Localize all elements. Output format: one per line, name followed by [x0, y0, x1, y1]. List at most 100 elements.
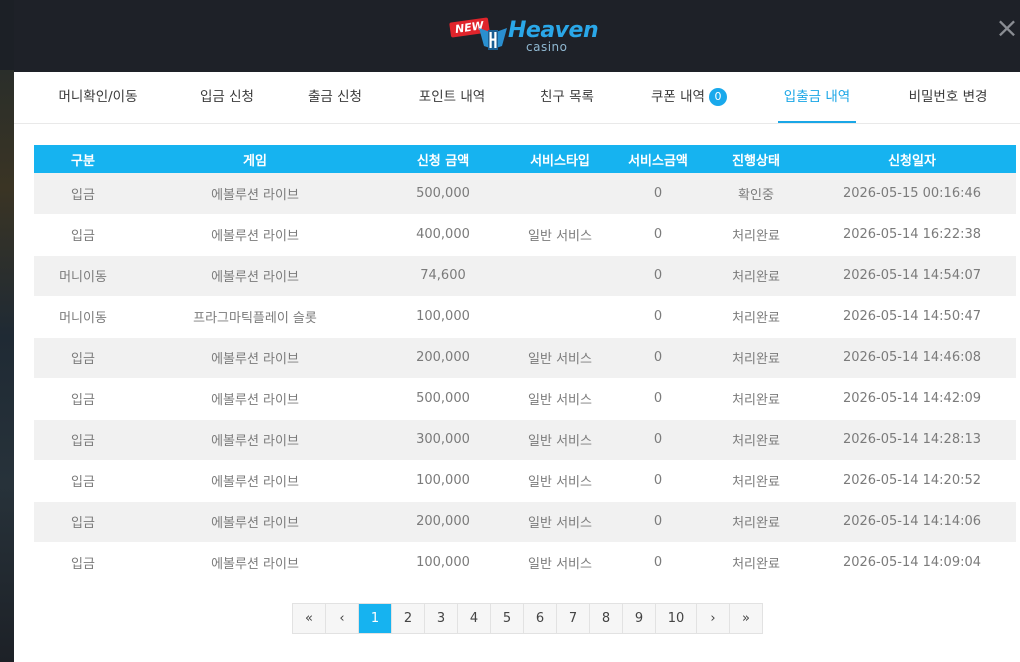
- tab-withdraw-request[interactable]: 출금 신청: [296, 72, 374, 121]
- cell-service-type: 일반 서비스: [528, 557, 592, 572]
- header-service-type: 서비스타입: [530, 153, 590, 169]
- cell-service-amount: 0: [653, 350, 663, 365]
- cell-date: 2026-05-14 14:46:08: [842, 350, 982, 365]
- cell-amount: 200,000: [416, 350, 470, 365]
- modal-header: NEW Heaven casino ×: [14, 0, 1020, 72]
- cell-type: 입금: [71, 557, 95, 572]
- page-button-9[interactable]: 9: [623, 604, 656, 633]
- table-row: 입금 에볼루션 라이브 200,000 일반 서비스 0 처리완료 2026-05-14 1…: [34, 337, 1016, 378]
- heaven-casino-logo: NEW Heaven casino: [449, 16, 610, 58]
- history-table: 구분 게임 신청 금액 서비스타입 서비스금액 진행상태 신청일자 입금 에볼루션…: [34, 145, 1016, 584]
- cell-amount: 500,000: [416, 391, 470, 406]
- pagination: « ‹ 1 2 3 4 5 6 7 8 9 10 › »: [292, 603, 763, 634]
- cell-amount: 100,000: [416, 555, 470, 570]
- table-row: 머니이동 에볼루션 라이브 74,600 0 처리완료 2026-05-14 14:54:…: [34, 255, 1016, 296]
- close-icon[interactable]: ×: [992, 14, 1020, 44]
- tab-deposit-withdraw-history[interactable]: 입출금 내역: [778, 72, 856, 123]
- cell-status: 확인중: [738, 187, 774, 203]
- cell-date: 2026-05-14 16:22:38: [842, 227, 982, 242]
- cell-game: 에볼루션 라이브: [211, 352, 299, 367]
- table-row: 입금 에볼루션 라이브 200,000 일반 서비스 0 처리완료 2026-05-14 1…: [34, 501, 1016, 542]
- cell-service-type: [508, 255, 612, 296]
- table-header-row: 구분 게임 신청 금액 서비스타입 서비스금액 진행상태 신청일자: [34, 145, 1016, 173]
- cell-game: 에볼루션 라이브: [211, 475, 299, 490]
- cell-game: 에볼루션 라이브: [211, 270, 299, 285]
- header-service-amount: 서비스금액: [628, 153, 688, 169]
- tab-points-history[interactable]: 포인트 내역: [410, 72, 494, 121]
- cell-status: 처리완료: [732, 229, 780, 244]
- next-page-button[interactable]: ›: [697, 604, 730, 633]
- table-row: 입금 에볼루션 라이브 300,000 일반 서비스 0 처리완료 2026-05-14 1…: [34, 419, 1016, 460]
- cell-type: 입금: [71, 393, 95, 408]
- page-button-2[interactable]: 2: [392, 604, 425, 633]
- cell-amount: 100,000: [416, 473, 470, 488]
- table-row: 입금 에볼루션 라이브 400,000 일반 서비스 0 처리완료 2026-05-14 1…: [34, 214, 1016, 255]
- cell-type: 머니이동: [59, 311, 107, 326]
- page-button-8[interactable]: 8: [590, 604, 623, 633]
- cell-service-type: 일반 서비스: [528, 352, 592, 367]
- cell-status: 처리완료: [732, 311, 780, 326]
- cell-service-amount: 0: [653, 514, 663, 529]
- cell-service-type: 일반 서비스: [528, 516, 592, 531]
- prev-page-button[interactable]: ‹: [326, 604, 359, 633]
- winged-h-icon: [479, 28, 507, 50]
- page-button-4[interactable]: 4: [458, 604, 491, 633]
- table-row: 입금 에볼루션 라이브 500,000 0 확인중 2026-05-15 00:16:46: [34, 173, 1016, 214]
- cell-service-type: 일반 서비스: [528, 393, 592, 408]
- page-button-10[interactable]: 10: [656, 604, 697, 633]
- cell-type: 입금: [71, 516, 95, 531]
- cell-service-amount: 0: [653, 432, 663, 447]
- cell-date: 2026-05-14 14:20:52: [842, 473, 982, 488]
- table-row: 입금 에볼루션 라이브 500,000 일반 서비스 0 처리완료 2026-05-14 1…: [34, 378, 1016, 419]
- cell-type: 입금: [71, 187, 95, 203]
- transaction-history-modal: NEW Heaven casino × 머니확인/이동 입금 신청 출금 신청 …: [14, 0, 1020, 662]
- cell-service-type: [508, 173, 612, 214]
- cell-date: 2026-05-14 14:54:07: [842, 268, 982, 283]
- tab-coupon-history[interactable]: 쿠폰 내역 0: [644, 72, 734, 121]
- header-amount: 신청 금액: [416, 153, 470, 169]
- tab-label: 비밀번호 변경: [908, 89, 988, 105]
- header-date: 신청일자: [888, 153, 936, 169]
- tab-money-check[interactable]: 머니확인/이동: [48, 72, 148, 121]
- tab-label: 친구 목록: [540, 89, 594, 105]
- tab-label: 입금 신청: [200, 89, 254, 105]
- tab-label: 입출금 내역: [783, 89, 851, 105]
- page-button-7[interactable]: 7: [557, 604, 590, 633]
- background-page-strip: [0, 70, 14, 662]
- cell-game: 에볼루션 라이브: [211, 393, 299, 408]
- cell-status: 처리완료: [732, 557, 780, 572]
- cell-amount: 300,000: [416, 432, 470, 447]
- cell-date: 2026-05-14 14:09:04: [842, 555, 982, 570]
- cell-type: 입금: [71, 352, 95, 367]
- cell-status: 처리완료: [732, 516, 780, 531]
- cell-game: 에볼루션 라이브: [211, 557, 299, 572]
- tab-label: 머니확인/이동: [58, 89, 138, 105]
- cell-service-type: [508, 296, 612, 337]
- tab-change-password[interactable]: 비밀번호 변경: [900, 72, 996, 121]
- cell-amount: 400,000: [416, 227, 470, 242]
- header-status: 진행상태: [732, 153, 780, 169]
- page-button-5[interactable]: 5: [491, 604, 524, 633]
- header-type: 구분: [71, 153, 95, 169]
- cell-game: 에볼루션 라이브: [211, 434, 299, 449]
- page-button-3[interactable]: 3: [425, 604, 458, 633]
- cell-amount: 200,000: [416, 514, 470, 529]
- cell-amount: 500,000: [416, 185, 470, 201]
- cell-status: 처리완료: [732, 352, 780, 367]
- tab-friends-list[interactable]: 친구 목록: [530, 72, 604, 121]
- header-game: 게임: [243, 153, 267, 169]
- tab-label: 쿠폰 내역: [651, 89, 705, 105]
- last-page-button[interactable]: »: [730, 604, 762, 633]
- cell-service-amount: 0: [653, 473, 663, 488]
- cell-status: 처리완료: [732, 434, 780, 449]
- tab-deposit-request[interactable]: 입금 신청: [188, 72, 266, 121]
- cell-service-type: 일반 서비스: [528, 475, 592, 490]
- tab-bar: 머니확인/이동 입금 신청 출금 신청 포인트 내역 친구 목록 쿠폰 내역 0 …: [14, 72, 1020, 124]
- cell-game: 에볼루션 라이브: [211, 187, 299, 203]
- page-button-6[interactable]: 6: [524, 604, 557, 633]
- cell-amount: 100,000: [416, 309, 470, 324]
- cell-game: 프라그마틱플레이 슬롯: [193, 311, 317, 326]
- cell-date: 2026-05-14 14:28:13: [842, 432, 982, 447]
- page-button-1[interactable]: 1: [359, 604, 392, 633]
- first-page-button[interactable]: «: [293, 604, 326, 633]
